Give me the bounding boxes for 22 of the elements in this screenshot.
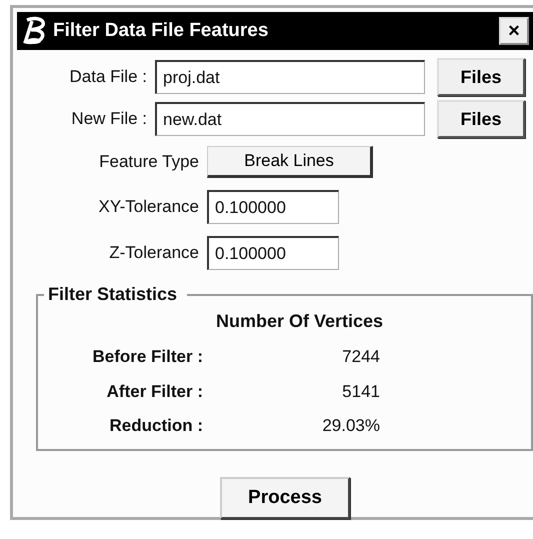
stat-value: 5141 [341,380,380,402]
file-field[interactable]: proj.dat [155,60,425,94]
window-title: Filter Data File Features [53,18,270,43]
field-label: New File : [70,108,148,130]
stat-label: Before Filter : [91,346,203,368]
file-field[interactable]: new.dat [155,102,425,136]
field-label: Feature Type [98,151,200,174]
field-label: Data File : [68,66,148,88]
tolerance-field[interactable]: 0.100000 [207,190,339,224]
feature-type-button[interactable]: Break Lines [207,146,373,178]
field-label: XY-Tolerance [98,196,200,218]
files-button[interactable]: Files [437,58,525,96]
close-button[interactable]: × [499,17,529,45]
stat-value: 29.03% [321,415,380,437]
field-label: Z-Tolerance [108,242,200,264]
column-heading: Number Of Vertices [214,310,384,333]
files-button[interactable]: Files [437,100,525,138]
process-button[interactable]: Process [220,477,350,519]
stat-label: Reduction : [108,415,203,437]
stat-value: 7244 [341,346,380,368]
tolerance-field[interactable]: 0.100000 [207,236,339,270]
stat-label: After Filter : [106,380,203,402]
